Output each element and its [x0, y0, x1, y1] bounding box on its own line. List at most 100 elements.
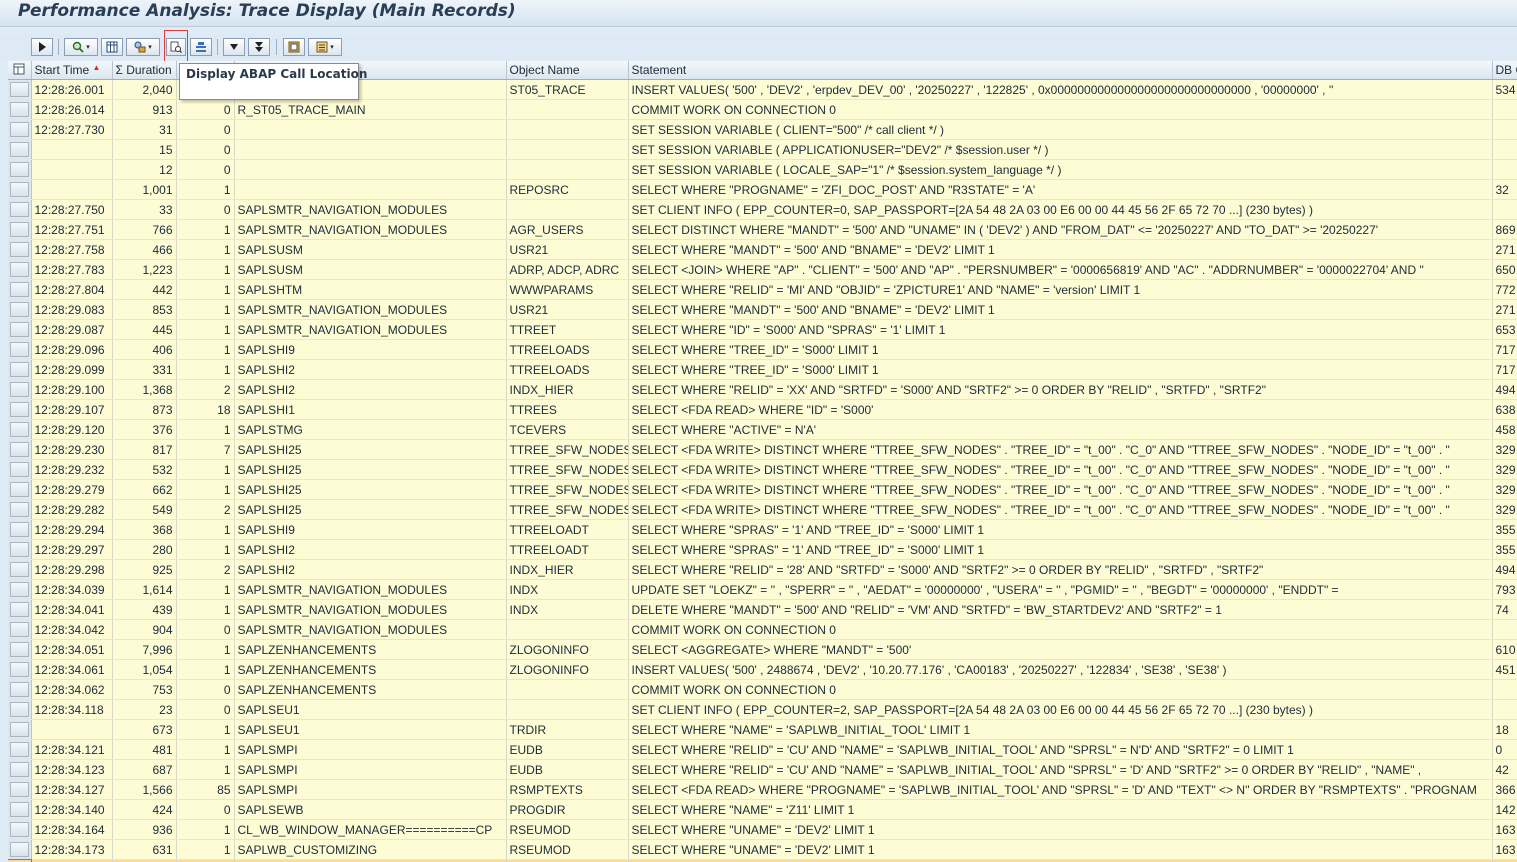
cell-duration[interactable]: 1,054	[112, 659, 177, 680]
cell-start-time[interactable]: 12:28:29.083	[31, 299, 113, 320]
cell-start-time[interactable]: 12:28:34.164	[31, 819, 113, 840]
cell-records[interactable]: 1	[176, 359, 235, 380]
arrow-down-button[interactable]	[223, 38, 245, 56]
cell-db-cursor[interactable]: 653	[1492, 319, 1517, 340]
row-selector[interactable]	[8, 759, 32, 780]
cell-duration[interactable]: 33	[112, 199, 177, 220]
row-selector[interactable]	[8, 179, 32, 200]
table-row[interactable]: 12:28:34.127 1,566 85 SAPLSMPI RSMPTEXTS SELE…	[8, 779, 1517, 800]
cell-statement[interactable]: INSERT VALUES( '500' , 2488674 , 'DEV2' …	[628, 659, 1493, 680]
row-selector[interactable]	[8, 579, 32, 600]
cell-object-name[interactable]: TTREELOADT	[506, 519, 629, 540]
cell-records[interactable]: 1	[176, 839, 235, 860]
cell-start-time[interactable]: 12:28:34.127	[31, 779, 113, 800]
select-all-button[interactable]	[8, 61, 32, 80]
cell-statement[interactable]: SELECT <FDA WRITE> DISTINCT WHERE "TTREE…	[628, 479, 1493, 500]
row-selector[interactable]	[8, 159, 32, 180]
cell-statement[interactable]: SELECT WHERE "UNAME" = 'DEV2' LIMIT 1	[628, 839, 1493, 860]
row-selector-box[interactable]	[9, 622, 29, 637]
cell-program[interactable]: SAPLSHI1	[234, 399, 507, 420]
cell-object-name[interactable]	[506, 199, 629, 220]
table-row[interactable]: 12:28:29.099 331 1 SAPLSHI2 TTREELOADS SELECT…	[8, 359, 1517, 380]
table-row[interactable]: 12:28:34.121 481 1 SAPLSMPI EUDB SELECT WHERE…	[8, 739, 1517, 760]
cell-start-time[interactable]: 12:28:34.140	[31, 799, 113, 820]
row-selector[interactable]	[8, 439, 32, 460]
table-row[interactable]: 12:28:34.118 23 0 SAPLSEU1 SET CLIENT INFO (…	[8, 699, 1517, 720]
table-row[interactable]: 673 1 SAPLSEU1 TRDIR SELECT WHERE "NAME" = '…	[8, 719, 1517, 740]
row-selector[interactable]	[8, 499, 32, 520]
cell-db-cursor[interactable]: 329	[1492, 439, 1517, 460]
cell-program[interactable]: CL_WB_WINDOW_MANAGER==========CP	[234, 819, 507, 840]
cell-records[interactable]: 1	[176, 459, 235, 480]
row-selector-box[interactable]	[9, 202, 29, 217]
zoom-button[interactable]: ▾	[64, 38, 98, 56]
cell-object-name[interactable]: RSEUMOD	[506, 839, 629, 860]
cell-duration[interactable]: 549	[112, 499, 177, 520]
table-row[interactable]: 12:28:34.164 936 1 CL_WB_WINDOW_MANAGER====…	[8, 819, 1517, 840]
cell-db-cursor[interactable]: 142	[1492, 799, 1517, 820]
cell-program[interactable]: SAPLSHTM	[234, 279, 507, 300]
cell-duration[interactable]: 376	[112, 419, 177, 440]
table-row[interactable]: 1,001 1 REPOSRC SELECT WHERE "PROGNAME" = '…	[8, 179, 1517, 200]
cell-db-cursor[interactable]	[1492, 99, 1517, 120]
cell-db-cursor[interactable]: 534	[1492, 79, 1517, 100]
cell-records[interactable]: 2	[176, 559, 235, 580]
row-selector[interactable]	[8, 819, 32, 840]
cell-duration[interactable]: 439	[112, 599, 177, 620]
cell-duration[interactable]: 673	[112, 719, 177, 740]
row-selector[interactable]	[8, 239, 32, 260]
cell-statement[interactable]: SELECT WHERE "NAME" = 'SAPLWB_INITIAL_TO…	[628, 719, 1493, 740]
row-selector-box[interactable]	[9, 782, 29, 797]
cell-duration[interactable]: 481	[112, 739, 177, 760]
cell-object-name[interactable]: WWWPARAMS	[506, 279, 629, 300]
table-row[interactable]: 12:28:29.230 817 7 SAPLSHI25 TTREE_SFW_NODES…	[8, 439, 1517, 460]
table-row[interactable]: 12:28:34.123 687 1 SAPLSMPI EUDB SELECT WHERE…	[8, 759, 1517, 780]
cell-program[interactable]	[234, 159, 507, 180]
cell-statement[interactable]: SET SESSION VARIABLE ( LOCALE_SAP="1" /*…	[628, 159, 1493, 180]
row-selector[interactable]	[8, 799, 32, 820]
row-selector-box[interactable]	[9, 842, 29, 857]
table-row[interactable]: 12:28:34.042 904 0 SAPLSMTR_NAVIGATION_MODU…	[8, 619, 1517, 640]
cell-program[interactable]: SAPLSHI2	[234, 379, 507, 400]
cell-records[interactable]: 0	[176, 139, 235, 160]
table-row[interactable]: 12:28:29.279 662 1 SAPLSHI25 TTREE_SFW_NODES…	[8, 479, 1517, 500]
cell-duration[interactable]: 913	[112, 99, 177, 120]
cell-duration[interactable]: 442	[112, 279, 177, 300]
cell-program[interactable]: SAPLSHI25	[234, 479, 507, 500]
cell-duration[interactable]: 23	[112, 699, 177, 720]
cell-start-time[interactable]: 12:28:29.294	[31, 519, 113, 540]
row-selector[interactable]	[8, 679, 32, 700]
row-selector[interactable]	[8, 559, 32, 580]
cell-start-time[interactable]	[31, 159, 113, 180]
cell-object-name[interactable]: TTREE_SFW_NODES	[506, 459, 629, 480]
cell-object-name[interactable]: INDX	[506, 579, 629, 600]
row-selector-box[interactable]	[9, 702, 29, 717]
cell-duration[interactable]: 817	[112, 439, 177, 460]
cell-object-name[interactable]: TTREET	[506, 319, 629, 340]
table-row[interactable]: 12:28:27.751 766 1 SAPLSMTR_NAVIGATION_MODU…	[8, 219, 1517, 240]
row-selector[interactable]	[8, 659, 32, 680]
row-selector-box[interactable]	[9, 342, 29, 357]
cell-db-cursor[interactable]: 74	[1492, 599, 1517, 620]
cell-records[interactable]: 1	[176, 519, 235, 540]
row-selector-box[interactable]	[9, 382, 29, 397]
cell-object-name[interactable]	[506, 159, 629, 180]
table-row[interactable]: 12:28:27.750 33 0 SAPLSMTR_NAVIGATION_MODUL…	[8, 199, 1517, 220]
cell-db-cursor[interactable]	[1492, 679, 1517, 700]
cell-start-time[interactable]: 12:28:34.039	[31, 579, 113, 600]
row-selector[interactable]	[8, 199, 32, 220]
row-selector-box[interactable]	[9, 582, 29, 597]
cell-records[interactable]: 2	[176, 499, 235, 520]
cell-db-cursor[interactable]	[1492, 199, 1517, 220]
cell-program[interactable]: SAPLSMTR_NAVIGATION_MODULES	[234, 219, 507, 240]
cell-object-name[interactable]: USR21	[506, 239, 629, 260]
cell-object-name[interactable]: INDX_HIER	[506, 559, 629, 580]
cell-object-name[interactable]: RSMPTEXTS	[506, 779, 629, 800]
cell-duration[interactable]: 1,223	[112, 259, 177, 280]
cell-object-name[interactable]: INDX_HIER	[506, 379, 629, 400]
cell-db-cursor[interactable]	[1492, 159, 1517, 180]
table-row[interactable]: 12:28:29.096 406 1 SAPLSHI9 TTREELOADS SELECT…	[8, 339, 1517, 360]
cell-program[interactable]: SAPLSEU1	[234, 719, 507, 740]
row-selector-box[interactable]	[9, 662, 29, 677]
cell-records[interactable]: 1	[176, 259, 235, 280]
